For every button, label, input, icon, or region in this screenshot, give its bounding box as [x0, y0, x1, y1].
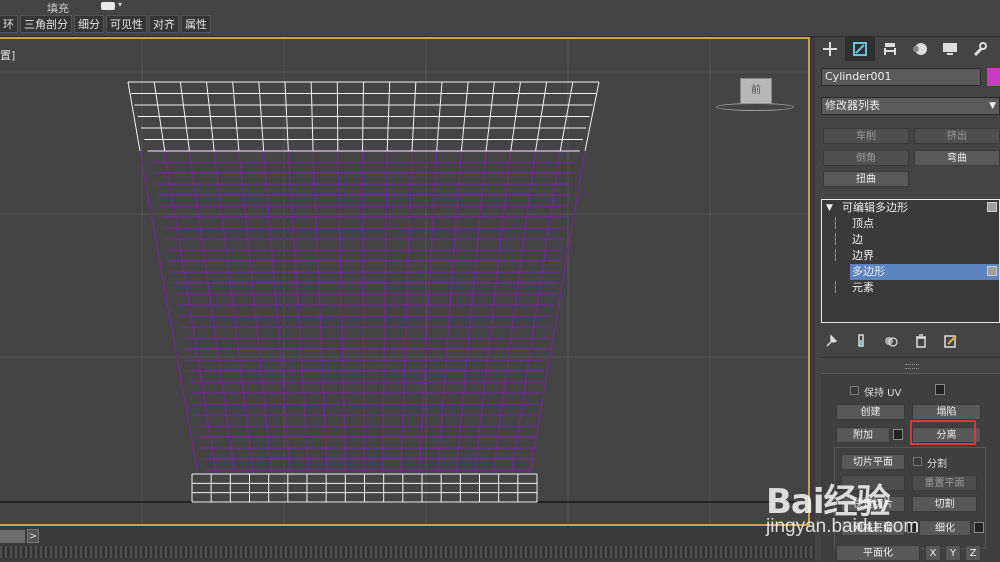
- stack-item-label: 元素: [852, 280, 874, 296]
- bend-button[interactable]: 弯曲: [914, 150, 1000, 166]
- viewport-front[interactable]: 置] 前: [0, 37, 810, 526]
- rollout-grip[interactable]: [905, 364, 919, 369]
- modify-icon: [852, 41, 868, 57]
- modifier-list-label: 修改器列表: [825, 99, 880, 112]
- make-planar-button[interactable]: 平面化: [836, 545, 920, 561]
- collapse-button[interactable]: 塌陷: [912, 404, 981, 420]
- modifier-list-dropdown[interactable]: 修改器列表 ▼: [821, 97, 1000, 115]
- stack-sub-border[interactable]: ┆ 边界: [822, 248, 999, 264]
- show-end-result-button[interactable]: [851, 332, 871, 350]
- stack-item-label: 边: [852, 232, 863, 248]
- planar-x-button[interactable]: X: [925, 545, 941, 561]
- chevron-down-icon[interactable]: ▾: [118, 0, 122, 9]
- display-tab[interactable]: [935, 37, 965, 61]
- create-button[interactable]: 创建: [836, 404, 905, 420]
- stack-item-label: 可编辑多边形: [842, 200, 908, 216]
- settings-box-icon[interactable]: [935, 384, 945, 395]
- utilities-tab[interactable]: [965, 37, 995, 61]
- wireframe-edge: [530, 151, 585, 474]
- stack-item-label: 多边形: [852, 264, 885, 280]
- wireframe-edge: [165, 151, 217, 474]
- lathe-button[interactable]: 车削: [823, 128, 909, 144]
- ribbon-tab-align[interactable]: 对齐: [149, 15, 179, 33]
- remove-modifier-button[interactable]: [911, 332, 931, 350]
- ribbon-tab-triangulation[interactable]: 三角剖分: [20, 15, 72, 33]
- ribbon: 填充 ▾ 环 三角剖分 细分 可见性 对齐 属性: [0, 0, 1000, 37]
- make-unique-icon: [884, 334, 898, 348]
- wireframe-edge: [363, 82, 364, 151]
- stack-sub-element[interactable]: ┆ 元素: [822, 280, 999, 296]
- slice-plane-button[interactable]: 切片平面: [841, 454, 905, 470]
- preserve-uv-label: 保持 UV: [864, 384, 901, 399]
- split-label: 分割: [927, 455, 947, 470]
- viewcube-compass-ring[interactable]: [716, 103, 794, 111]
- fill-label: 填充: [47, 0, 69, 16]
- make-unique-button[interactable]: [881, 332, 901, 350]
- twist-button[interactable]: 扭曲: [823, 171, 909, 187]
- time-next-button[interactable]: >: [27, 529, 39, 543]
- modify-tab[interactable]: [845, 37, 875, 61]
- stack-item-label: 顶点: [852, 216, 874, 232]
- attach-button[interactable]: 附加: [836, 427, 890, 443]
- viewport-grid: [0, 39, 808, 524]
- command-panel-tabs: [815, 37, 1000, 61]
- configure-icon: [944, 334, 958, 348]
- collapse-triangle-icon[interactable]: ▼: [826, 200, 833, 216]
- tree-branch-icon: ┆: [832, 248, 839, 264]
- wireframe-canvas: [0, 39, 808, 524]
- chevron-down-icon: ▼: [989, 98, 996, 114]
- track-bar[interactable]: [0, 546, 820, 558]
- timeline: >: [0, 527, 820, 561]
- tree-branch-icon: ┆: [832, 232, 839, 248]
- object-name-field[interactable]: Cylinder001: [821, 68, 981, 86]
- pin-icon: [825, 334, 837, 348]
- motion-icon: [912, 41, 928, 57]
- configure-modifier-sets-button[interactable]: [941, 332, 961, 350]
- divider: [821, 357, 1000, 358]
- stack-item-label: 边界: [852, 248, 874, 264]
- viewport-label[interactable]: 置]: [0, 47, 15, 63]
- stack-sub-polygon[interactable]: 多边形: [850, 264, 999, 280]
- hierarchy-tab[interactable]: [875, 37, 905, 61]
- object-color-swatch[interactable]: [987, 68, 1000, 86]
- split-checkbox[interactable]: [913, 457, 922, 466]
- stack-item-toggle[interactable]: [987, 202, 997, 212]
- watermark-url: jingyan.baidu.com: [766, 516, 919, 538]
- hierarchy-icon: [882, 41, 898, 57]
- planar-z-button[interactable]: Z: [965, 545, 981, 561]
- stack-sub-vertex[interactable]: ┆ 顶点: [822, 216, 999, 232]
- monitor-icon: [942, 41, 958, 57]
- modifier-stack[interactable]: ▼ 可编辑多边形 ┆ 顶点 ┆ 边 ┆ 边界 多边形 ┆ 元素: [821, 199, 1000, 323]
- cylinder-wireframe: [128, 82, 599, 502]
- ribbon-tab-properties[interactable]: 属性: [181, 15, 211, 33]
- detach-highlight-box: [910, 420, 976, 445]
- ribbon-tab-loop[interactable]: 环: [0, 15, 18, 33]
- stack-sub-edge[interactable]: ┆ 边: [822, 232, 999, 248]
- create-tab[interactable]: [815, 37, 845, 61]
- bevel-button[interactable]: 倒角: [823, 150, 909, 166]
- pin-stack-button[interactable]: [821, 332, 841, 350]
- trash-icon: [915, 334, 927, 348]
- ribbon-tab-subdivision[interactable]: 细分: [74, 15, 104, 33]
- ribbon-tabs: 环 三角剖分 细分 可见性 对齐 属性: [0, 15, 213, 33]
- stack-item-editable-poly[interactable]: ▼ 可编辑多边形: [822, 200, 999, 216]
- stack-tools: [821, 332, 1000, 350]
- preserve-uv-checkbox[interactable]: [850, 386, 859, 395]
- tree-branch-icon: ┆: [832, 280, 839, 296]
- wireframe-edge: [140, 151, 198, 474]
- show-end-result-icon: [856, 334, 866, 348]
- fill-dropdown[interactable]: [101, 2, 115, 10]
- viewcube[interactable]: 前: [740, 78, 772, 104]
- plus-icon: [822, 41, 838, 57]
- time-slider-thumb[interactable]: [0, 530, 25, 543]
- ribbon-tab-visibility[interactable]: 可见性: [106, 15, 147, 33]
- stack-item-toggle[interactable]: [987, 266, 997, 276]
- planar-y-button[interactable]: Y: [945, 545, 961, 561]
- tree-branch-icon: ┆: [832, 216, 839, 232]
- wrench-icon: [972, 41, 988, 57]
- motion-tab[interactable]: [905, 37, 935, 61]
- settings-box-icon[interactable]: [893, 429, 903, 440]
- baidu-watermark: Bai经验 jingyan.baidu.com: [766, 474, 1000, 544]
- extrude-button[interactable]: 挤出: [914, 128, 1000, 144]
